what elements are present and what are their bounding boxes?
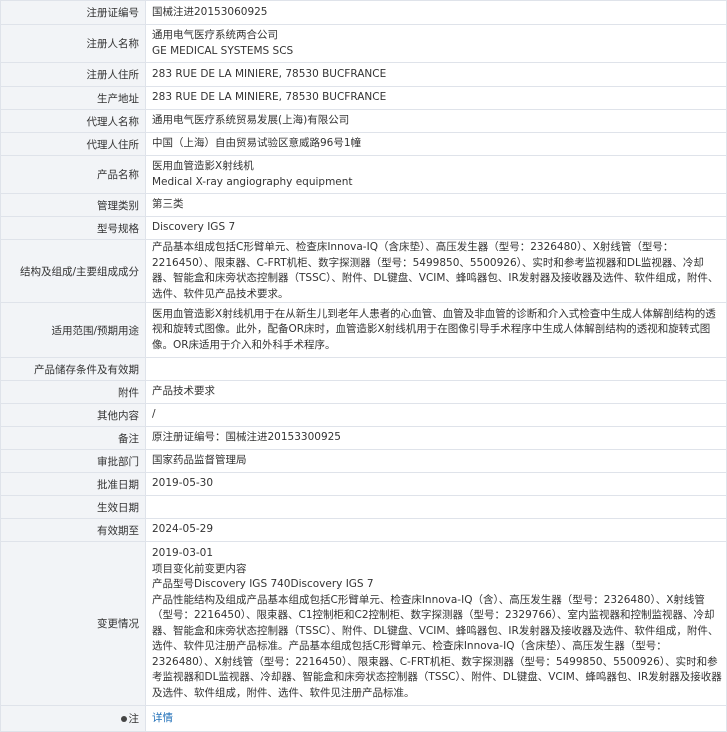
- table-row: 代理人住所 中国（上海）自由贸易试验区意威路96号1幢: [0, 132, 727, 156]
- row-label: 适用范围/预期用途: [0, 302, 146, 358]
- details-link[interactable]: 详情: [152, 712, 173, 724]
- row-label: 生效日期: [0, 495, 146, 519]
- row-label: 型号规格: [0, 216, 146, 240]
- row-label: 变更情况: [0, 541, 146, 706]
- table-row: 生产地址 283 RUE DE LA MINIERE, 78530 BUCFRAN…: [0, 86, 727, 110]
- table-row: 产品名称 医用血管造影X射线机 Medical X-ray angiography…: [0, 155, 727, 194]
- row-label: 代理人住所: [0, 132, 146, 156]
- row-value: 产品基本组成包括C形臂单元、检查床Innova-IQ（含床垫）、高压发生器（型号…: [145, 239, 727, 303]
- table-row: 代理人名称 通用电气医疗系统贸易发展(上海)有限公司: [0, 109, 727, 133]
- row-value: 中国（上海）自由贸易试验区意威路96号1幢: [145, 132, 727, 156]
- row-label: 有效期至: [0, 518, 146, 542]
- table-row: 生效日期: [0, 495, 727, 519]
- row-value: /: [145, 403, 727, 427]
- table-row: 适用范围/预期用途 医用血管造影X射线机用于在从新生儿到老年人患者的心血管、血管及…: [0, 302, 727, 358]
- table-row: 注册人名称 通用电气医疗系统两合公司 GE MEDICAL SYSTEMS SCS: [0, 24, 727, 63]
- table-row: 管理类别 第三类: [0, 193, 727, 217]
- row-label: 管理类别: [0, 193, 146, 217]
- row-label: 注册证编号: [0, 0, 146, 25]
- row-value: 第三类: [145, 193, 727, 217]
- table-row: 批准日期 2019-05-30: [0, 472, 727, 496]
- table-row: 附件 产品技术要求: [0, 380, 727, 404]
- row-label: 注册人住所: [0, 62, 146, 87]
- table-row: 审批部门 国家药品监督管理局: [0, 449, 727, 473]
- table-row: 备注 原注册证编号：国械注进20153300925: [0, 426, 727, 450]
- row-label: 生产地址: [0, 86, 146, 110]
- table-row: 注册人住所 283 RUE DE LA MINIERE, 78530 BUCFRA…: [0, 62, 727, 87]
- row-label: 批准日期: [0, 472, 146, 496]
- table-row: 注册证编号 国械注进20153060925: [0, 0, 727, 25]
- row-value: 医用血管造影X射线机用于在从新生儿到老年人患者的心血管、血管及非血管的诊断和介入…: [145, 302, 727, 358]
- row-label: 注册人名称: [0, 24, 146, 63]
- table-row: 有效期至 2024-05-29: [0, 518, 727, 542]
- row-value: 国家药品监督管理局: [145, 449, 727, 473]
- row-value: 原注册证编号：国械注进20153300925: [145, 426, 727, 450]
- location-pin-icon: [120, 715, 127, 722]
- row-value: 产品技术要求: [145, 380, 727, 404]
- row-value: 通用电气医疗系统贸易发展(上海)有限公司: [145, 109, 727, 133]
- row-label: 产品储存条件及有效期: [0, 357, 146, 381]
- row-label: 审批部门: [0, 449, 146, 473]
- note-label: 注: [128, 713, 140, 725]
- row-value: 医用血管造影X射线机 Medical X-ray angiography equ…: [145, 155, 727, 194]
- row-label: 结构及组成/主要组成成分: [0, 239, 146, 303]
- table-row: 其他内容 /: [0, 403, 727, 427]
- row-value: 283 RUE DE LA MINIERE, 78530 BUCFRANCE: [145, 62, 727, 87]
- registration-detail-table: 注册证编号 国械注进20153060925 注册人名称 通用电气医疗系统两合公司 G…: [0, 0, 727, 732]
- table-row: 型号规格 Discovery IGS 7: [0, 216, 727, 240]
- row-value: 通用电气医疗系统两合公司 GE MEDICAL SYSTEMS SCS: [145, 24, 727, 63]
- row-value: [145, 495, 727, 519]
- table-row: 结构及组成/主要组成成分 产品基本组成包括C形臂单元、检查床Innova-IQ（含…: [0, 239, 727, 303]
- row-label: 备注: [0, 426, 146, 450]
- row-value: Discovery IGS 7: [145, 216, 727, 240]
- row-label: 代理人名称: [0, 109, 146, 133]
- row-label: 产品名称: [0, 155, 146, 194]
- row-value: 国械注进20153060925: [145, 0, 727, 25]
- row-value: 283 RUE DE LA MINIERE, 78530 BUCFRANCE: [145, 86, 727, 110]
- row-label: 其他内容: [0, 403, 146, 427]
- row-value: [145, 357, 727, 381]
- row-value: 2019-03-01 项目变化前变更内容 产品型号Discovery IGS 7…: [145, 541, 727, 706]
- row-value: 2019-05-30: [145, 472, 727, 496]
- row-value: 2024-05-29: [145, 518, 727, 542]
- table-row: 产品储存条件及有效期: [0, 357, 727, 381]
- row-label: 附件: [0, 380, 146, 404]
- table-row: 变更情况 2019-03-01 项目变化前变更内容 产品型号Discovery I…: [0, 541, 727, 706]
